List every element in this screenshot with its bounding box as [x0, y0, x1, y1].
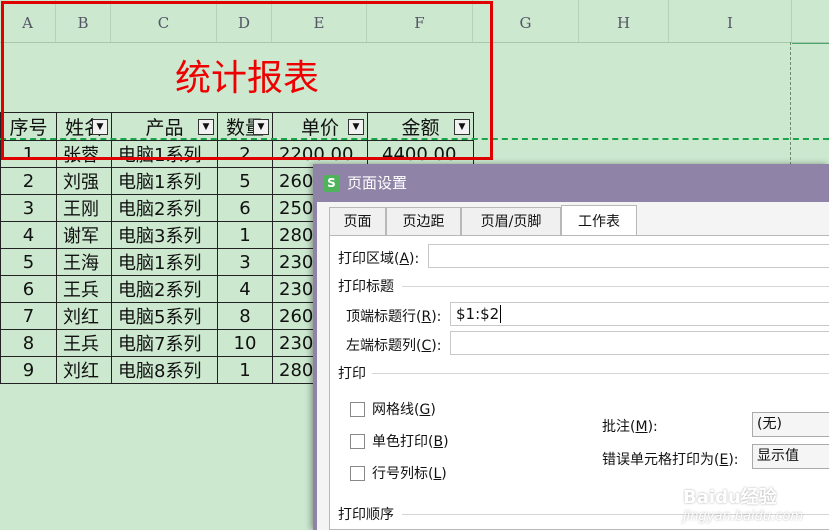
print-group-label: 打印 — [338, 366, 366, 382]
table-cell[interactable]: 6 — [0, 275, 57, 303]
table-cell[interactable]: 电脑2系列 — [111, 194, 218, 222]
wps-logo-icon: S — [323, 175, 340, 192]
print-area-label: 打印区域(A): — [338, 251, 420, 267]
header-cell[interactable]: 单价 ▼ — [272, 112, 368, 141]
table-cell[interactable]: 4 — [217, 275, 273, 303]
table-cell[interactable]: 2 — [0, 167, 57, 195]
tab-sheet[interactable]: 工作表 — [561, 205, 637, 235]
table-cell[interactable]: 王兵 — [56, 329, 112, 357]
top-rows-input[interactable]: $1:$2 — [450, 302, 829, 326]
filter-dropdown-icon[interactable]: ▼ — [92, 119, 108, 135]
table-cell[interactable]: 5 — [0, 248, 57, 276]
print-title-range-marquee — [0, 138, 829, 140]
left-cols-input[interactable] — [450, 331, 829, 355]
column-header-a[interactable]: A — [0, 0, 56, 42]
page-setup-dialog: S 页面设置 页面 页边距 页眉/页脚 工作表 打印区域(A): 打印标题 顶端… — [313, 164, 829, 530]
header-cell[interactable]: 金额 ▼ — [367, 112, 474, 141]
watermark-url: jingyan.baidu.com — [683, 509, 803, 524]
group-divider — [402, 286, 829, 287]
table-cell[interactable]: 电脑1系列 — [111, 140, 218, 168]
print-order-group-label: 打印顺序 — [338, 507, 394, 523]
table-cell[interactable]: 电脑1系列 — [111, 248, 218, 276]
dialog-body: 页面 页边距 页眉/页脚 工作表 打印区域(A): 打印标题 顶端标题行(R):… — [317, 202, 829, 530]
table-cell[interactable]: 2 — [217, 140, 273, 168]
table-cell[interactable]: 王海 — [56, 248, 112, 276]
column-header-h[interactable]: H — [579, 0, 669, 42]
filter-dropdown-icon[interactable]: ▼ — [348, 119, 364, 135]
top-rows-label: 顶端标题行(R): — [346, 309, 442, 325]
comments-label: 批注(M): — [602, 419, 658, 435]
table-cell[interactable]: 10 — [217, 329, 273, 357]
left-cols-label: 左端标题列(C): — [346, 338, 442, 354]
watermark-brand: Baidu经验 — [683, 487, 777, 508]
table-header-row: 序号 姓名 ▼ 产品 ▼ 数量 ▼ 单价 ▼ 金额 ▼ — [0, 112, 474, 141]
filter-dropdown-icon[interactable]: ▼ — [253, 119, 269, 135]
gridlines-checkbox[interactable] — [350, 402, 365, 417]
filter-dropdown-icon[interactable]: ▼ — [454, 119, 470, 135]
column-header-e[interactable]: E — [272, 0, 367, 42]
row-col-headings-label: 行号列标(L) — [372, 466, 447, 482]
tab-margins[interactable]: 页边距 — [386, 207, 461, 235]
column-header-c[interactable]: C — [111, 0, 217, 42]
dialog-titlebar[interactable]: S 页面设置 — [313, 164, 829, 202]
header-cell[interactable]: 序号 — [0, 112, 57, 141]
tab-page[interactable]: 页面 — [329, 207, 386, 235]
table-cell[interactable]: 8 — [0, 329, 57, 357]
table-cell[interactable]: 8 — [217, 302, 273, 330]
table-cell[interactable]: 王刚 — [56, 194, 112, 222]
monochrome-checkbox[interactable] — [350, 434, 365, 449]
header-cell[interactable]: 产品 ▼ — [111, 112, 218, 141]
report-title[interactable]: 统计报表 — [0, 44, 494, 112]
table-cell[interactable]: 5 — [217, 167, 273, 195]
table-cell[interactable]: 1 — [217, 356, 273, 384]
column-header-b[interactable]: B — [56, 0, 111, 42]
column-header-i[interactable]: I — [669, 0, 792, 42]
print-area-input[interactable] — [428, 244, 829, 268]
comments-select[interactable]: (无) — [752, 412, 829, 437]
column-header-bar: A B C D E F G H I — [0, 0, 829, 43]
table-cell[interactable]: 电脑5系列 — [111, 302, 218, 330]
table-cell[interactable]: 电脑2系列 — [111, 275, 218, 303]
table-cell[interactable]: 4 — [0, 221, 57, 249]
print-titles-group-label: 打印标题 — [338, 279, 394, 295]
table-cell[interactable]: 张蓉 — [56, 140, 112, 168]
table-cell[interactable]: 电脑8系列 — [111, 356, 218, 384]
column-header-g[interactable]: G — [473, 0, 579, 42]
table-cell[interactable]: 电脑3系列 — [111, 221, 218, 249]
watermark: Baidu经验 jingyan.baidu.com — [683, 483, 803, 524]
page-break-line — [790, 42, 791, 170]
errors-select[interactable]: 显示值 — [752, 444, 829, 469]
table-cell[interactable]: 7 — [0, 302, 57, 330]
column-header-d[interactable]: D — [217, 0, 272, 42]
monochrome-label: 单色打印(B) — [372, 434, 449, 450]
table-cell[interactable]: 1 — [0, 140, 57, 168]
table-cell[interactable]: 电脑1系列 — [111, 167, 218, 195]
filter-dropdown-icon[interactable]: ▼ — [198, 119, 214, 135]
table-cell[interactable]: 电脑7系列 — [111, 329, 218, 357]
header-cell[interactable]: 数量 ▼ — [217, 112, 273, 141]
gridlines-label: 网格线(G) — [372, 402, 436, 418]
table-cell[interactable]: 1 — [217, 221, 273, 249]
table-cell[interactable]: 刘红 — [56, 302, 112, 330]
column-header-f[interactable]: F — [367, 0, 473, 42]
table-cell[interactable]: 王兵 — [56, 275, 112, 303]
dialog-title: 页面设置 — [347, 174, 408, 192]
table-cell[interactable]: 3 — [0, 194, 57, 222]
table-cell[interactable]: 3 — [217, 248, 273, 276]
header-cell[interactable]: 姓名 ▼ — [56, 112, 112, 141]
tab-header-footer[interactable]: 页眉/页脚 — [461, 207, 561, 235]
table-cell[interactable]: 6 — [217, 194, 273, 222]
group-divider — [372, 373, 829, 374]
table-cell[interactable]: 刘强 — [56, 167, 112, 195]
errors-label: 错误单元格打印为(E): — [602, 452, 739, 468]
row-col-headings-checkbox[interactable] — [350, 466, 365, 481]
table-cell[interactable]: 9 — [0, 356, 57, 384]
table-cell[interactable]: 刘红 — [56, 356, 112, 384]
table-cell[interactable]: 谢军 — [56, 221, 112, 249]
